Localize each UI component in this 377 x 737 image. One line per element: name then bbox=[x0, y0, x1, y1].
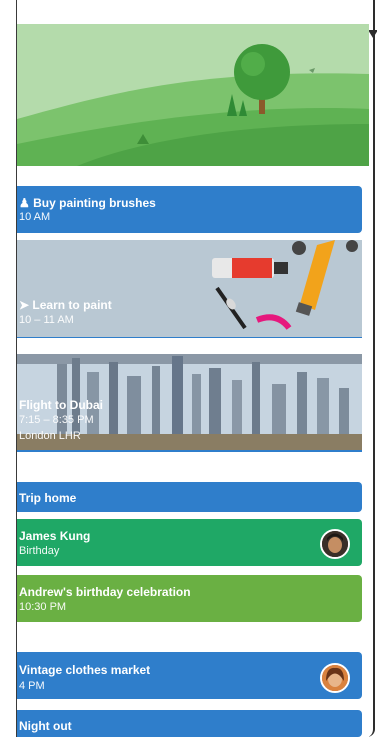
event-time: 10 – 11 AM bbox=[19, 314, 74, 326]
event-card[interactable]: Night out bbox=[17, 710, 362, 737]
avatar bbox=[320, 663, 350, 693]
event-card[interactable]: Trip home bbox=[17, 482, 362, 512]
event-time: 4 PM bbox=[19, 680, 45, 692]
event-card[interactable]: Vintage clothes market 4 PM bbox=[17, 652, 362, 699]
person-icon: ♟ bbox=[19, 196, 30, 210]
event-card[interactable]: Flight to Dubai 7:15 – 8:35 PM London LH… bbox=[17, 354, 362, 452]
event-time: 7:15 – 8:35 PM bbox=[19, 414, 94, 426]
event-time: 10:30 PM bbox=[19, 601, 67, 613]
event-location: London LHR bbox=[19, 430, 81, 442]
event-card[interactable]: ➤ Learn to paint 10 – 11 AM bbox=[17, 240, 362, 338]
event-title: Trip home bbox=[19, 491, 77, 505]
header-illustration bbox=[17, 24, 369, 166]
event-title: Vintage clothes market bbox=[19, 663, 151, 677]
event-title: Andrew's birthday celebration bbox=[19, 585, 191, 599]
event-time: 10 AM bbox=[19, 211, 51, 223]
event-card[interactable]: ♟ Buy painting brushes 10 AM bbox=[17, 186, 362, 233]
event-title: Learn to paint bbox=[32, 298, 112, 312]
event-title: Buy painting brushes bbox=[33, 196, 156, 210]
event-card[interactable]: Andrew's birthday celebration 10:30 PM bbox=[17, 575, 362, 622]
avatar bbox=[320, 529, 350, 559]
event-title: Flight to Dubai bbox=[19, 398, 103, 412]
chevron-down-icon bbox=[368, 30, 377, 38]
calendar-schedule-view: ♟ Buy painting brushes 10 AM ➤ Learn to … bbox=[16, 0, 369, 737]
event-card[interactable]: James Kung Birthday bbox=[17, 519, 362, 566]
event-title: Night out bbox=[19, 719, 72, 733]
paint-icon: ➤ bbox=[19, 298, 30, 312]
landscape-illustration bbox=[17, 24, 369, 166]
event-title: James Kung bbox=[19, 529, 91, 543]
event-subtitle: Birthday bbox=[19, 545, 60, 557]
